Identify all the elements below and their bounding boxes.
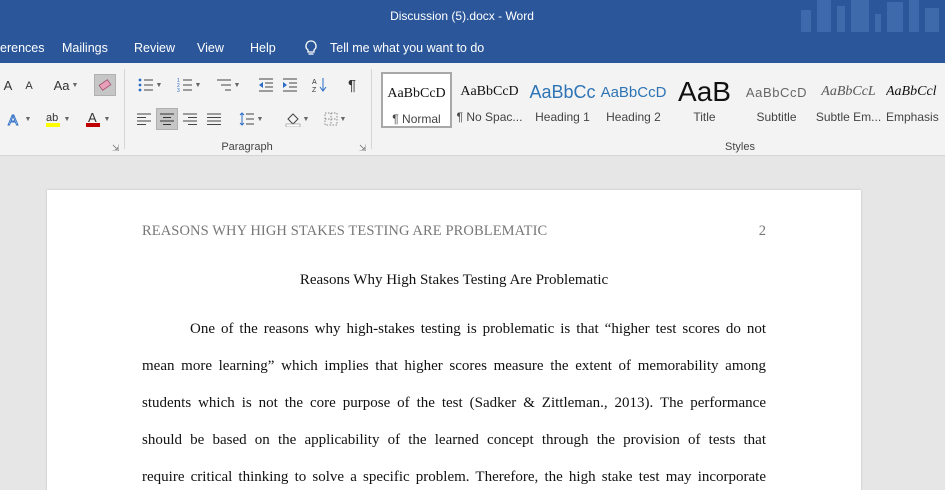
- text-effects-icon: A: [7, 112, 18, 127]
- shading-button[interactable]: ▼: [280, 108, 314, 130]
- svg-text:3: 3: [177, 88, 180, 92]
- numbering-button[interactable]: 1 2 3 ▼: [172, 74, 206, 96]
- document-page[interactable]: REASONS WHY HIGH STAKES TESTING ARE PROB…: [47, 190, 861, 490]
- align-center-icon: [160, 113, 174, 125]
- page-number: 2: [758, 223, 766, 239]
- justify-button[interactable]: [204, 108, 224, 130]
- line-spacing-button[interactable]: ▼: [234, 108, 268, 130]
- style-heading-2[interactable]: AaBbCcD Heading 2: [598, 72, 669, 128]
- numbering-icon: 123: [177, 78, 192, 92]
- align-left-button[interactable]: [134, 108, 154, 130]
- align-right-button[interactable]: [180, 108, 200, 130]
- multilevel-list-button[interactable]: ▼: [212, 74, 244, 96]
- style-normal[interactable]: AaBbCcD ¶ Normal: [381, 72, 452, 128]
- tab-view[interactable]: View: [197, 41, 224, 55]
- shrink-font-button[interactable]: A: [22, 76, 36, 96]
- increase-indent-icon: [283, 78, 297, 92]
- tab-help[interactable]: Help: [250, 41, 276, 55]
- running-header: REASONS WHY HIGH STAKES TESTING ARE PROB…: [142, 223, 548, 239]
- font-dialog-launcher[interactable]: ⇲: [112, 143, 120, 154]
- align-right-icon: [183, 113, 197, 125]
- sort-icon: AZ: [312, 78, 327, 93]
- svg-text:A: A: [88, 110, 97, 125]
- document-title: Reasons Why High Stakes Testing Are Prob…: [299, 272, 609, 288]
- grow-font-button[interactable]: A: [0, 74, 16, 96]
- style-title[interactable]: AaB Title: [669, 72, 740, 128]
- justify-icon: [207, 113, 221, 125]
- style-heading-1[interactable]: AaBbCc Heading 1: [527, 72, 598, 128]
- tab-references[interactable]: erences: [0, 41, 44, 55]
- text-effects-button[interactable]: A ▼: [2, 108, 36, 130]
- window-title: Discussion (5).docx - Word: [390, 9, 534, 23]
- change-case-button[interactable]: Aa ▼: [50, 74, 82, 96]
- title-bar-pattern: [795, 0, 945, 32]
- tab-review[interactable]: Review: [134, 41, 175, 55]
- center-button[interactable]: [156, 108, 178, 130]
- eraser-icon: [98, 79, 112, 91]
- borders-icon: [324, 112, 338, 126]
- bullets-icon: [138, 78, 153, 92]
- multilevel-list-icon: [216, 79, 231, 91]
- style-no-spacing[interactable]: AaBbCcD ¶ No Spac...: [454, 72, 525, 128]
- clear-formatting-button[interactable]: [94, 74, 116, 96]
- borders-button[interactable]: ▼: [318, 108, 352, 130]
- body-line: mean more learning” which implies that h…: [142, 358, 766, 374]
- style-emphasis[interactable]: AaBbCcl Emphasis: [886, 72, 945, 128]
- svg-text:Z: Z: [312, 87, 317, 93]
- font-color-icon: A: [85, 110, 100, 127]
- body-line: should be based on the applicability of …: [142, 432, 766, 448]
- highlighter-icon: ab: [45, 112, 60, 127]
- lightbulb-icon[interactable]: [302, 39, 320, 57]
- ribbon: A A Aa▼ A▼ ab▼ A▼ ⇲ ▼ 123▼ ▼ AZ ¶: [0, 63, 945, 156]
- highlight-color-button[interactable]: ab ▼: [40, 108, 74, 130]
- document-body[interactable]: One of the reasons why high-stakes testi…: [142, 320, 766, 490]
- show-formatting-marks-button[interactable]: ¶: [342, 74, 362, 96]
- tab-mailings[interactable]: Mailings: [62, 41, 108, 55]
- increase-indent-button[interactable]: [280, 74, 300, 96]
- body-line: students which is not the core purpose o…: [142, 395, 766, 411]
- tell-me-search[interactable]: Tell me what you want to do: [330, 41, 484, 55]
- title-bar: Discussion (5).docx - Word: [0, 0, 945, 32]
- style-subtle-emphasis[interactable]: AaBbCcL Subtle Em...: [813, 72, 884, 128]
- ribbon-tabs: erences Mailings Review View Help Tell m…: [0, 32, 945, 63]
- svg-text:ab: ab: [46, 112, 58, 124]
- bullets-button[interactable]: ▼: [134, 74, 166, 96]
- decrease-indent-button[interactable]: [256, 74, 276, 96]
- sort-button[interactable]: AZ: [310, 74, 330, 96]
- svg-text:A: A: [312, 79, 317, 86]
- font-color-button[interactable]: A ▼: [80, 108, 114, 130]
- styles-group-label: Styles: [725, 141, 755, 153]
- paragraph-dialog-launcher[interactable]: ⇲: [359, 143, 367, 154]
- body-line: One of the reasons why high-stakes testi…: [190, 321, 766, 337]
- align-left-icon: [137, 113, 151, 125]
- line-spacing-icon: [239, 112, 254, 126]
- svg-text:A: A: [8, 112, 18, 127]
- paint-bucket-icon: [285, 113, 300, 127]
- decrease-indent-icon: [259, 78, 273, 92]
- body-line: require critical thinking to solve a spe…: [142, 469, 766, 485]
- document-canvas[interactable]: REASONS WHY HIGH STAKES TESTING ARE PROB…: [0, 157, 945, 490]
- paragraph-group-label: Paragraph: [221, 141, 273, 153]
- style-subtitle[interactable]: AaBbCcD Subtitle: [741, 72, 812, 128]
